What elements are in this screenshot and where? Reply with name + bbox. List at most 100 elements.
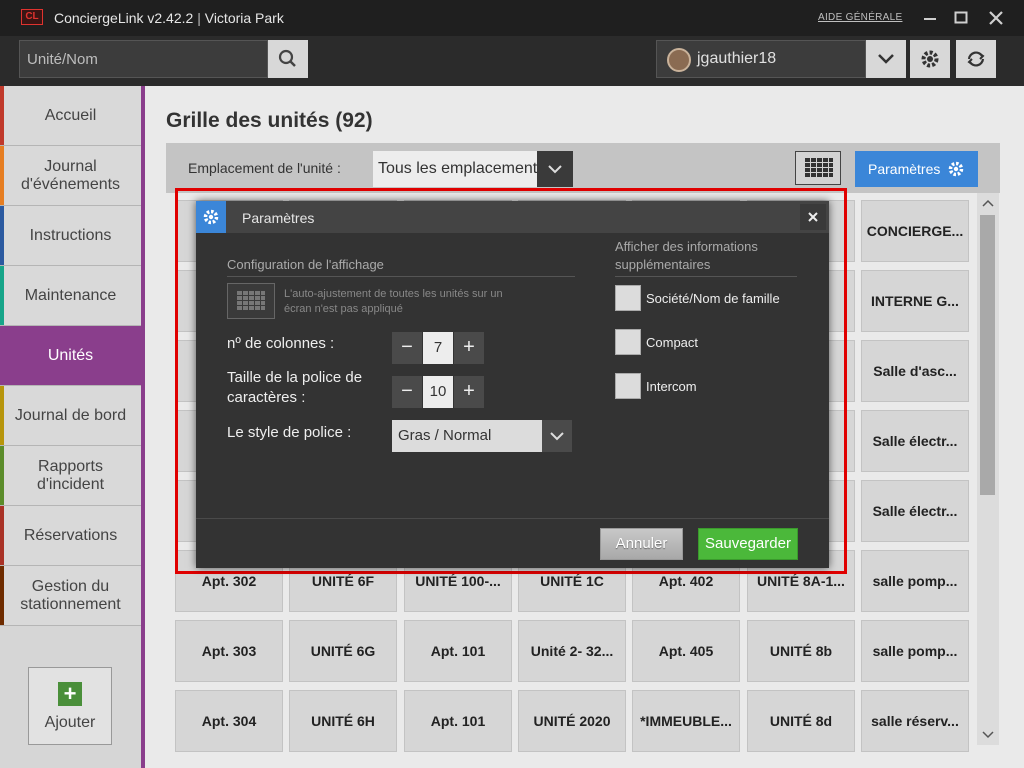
maximize-icon[interactable] bbox=[949, 6, 973, 30]
chevron-down-icon bbox=[878, 54, 894, 64]
unit-tile[interactable]: Salle électr... bbox=[861, 480, 969, 542]
grid-scrollbar[interactable] bbox=[977, 193, 999, 745]
columns-increment-button[interactable]: + bbox=[454, 332, 484, 364]
sidebar-item-accueil[interactable]: Accueil bbox=[0, 86, 141, 146]
unit-tile[interactable]: Apt. 405 bbox=[632, 620, 740, 682]
unit-tile[interactable]: Unité 2- 32... bbox=[518, 620, 626, 682]
cancel-button[interactable]: Annuler bbox=[600, 528, 683, 560]
divider bbox=[227, 276, 575, 277]
unit-tile[interactable]: UNITÉ 2020 bbox=[518, 690, 626, 752]
checkbox-compact[interactable] bbox=[615, 329, 641, 355]
font-style-label: Le style de police : bbox=[227, 424, 352, 441]
nav-stripe bbox=[0, 86, 4, 145]
scroll-up-icon[interactable] bbox=[981, 197, 995, 212]
scroll-down-icon[interactable] bbox=[981, 729, 995, 744]
grid-icon bbox=[237, 291, 265, 310]
refresh-icon bbox=[967, 51, 985, 67]
nav-stripe bbox=[0, 326, 4, 385]
font-style-select[interactable]: Gras / Normal bbox=[392, 420, 542, 452]
display-config-heading: Configuration de l'affichage bbox=[227, 257, 384, 272]
page-title: Grille des unités (92) bbox=[166, 109, 373, 132]
unit-tile[interactable]: UNITÉ 8b bbox=[747, 620, 855, 682]
add-label: Ajouter bbox=[44, 714, 96, 731]
app-logo: CL bbox=[21, 9, 43, 25]
help-link[interactable]: AIDE GÉNÉRALE bbox=[818, 12, 902, 23]
username: jgauthier18 bbox=[697, 50, 777, 67]
unit-tile[interactable]: Apt. 101 bbox=[404, 620, 512, 682]
location-filter-label: Emplacement de l'unité : bbox=[188, 160, 341, 176]
unit-tile[interactable]: *IMMEUBLE... bbox=[632, 690, 740, 752]
sidebar-item-rapports-incident[interactable]: Rapports d'incident bbox=[0, 446, 141, 506]
close-icon bbox=[808, 212, 818, 222]
checkbox-intercom-label: Intercom bbox=[646, 379, 697, 394]
nav-stripe bbox=[0, 266, 4, 325]
extra-info-heading: Afficher des informations supplémentaire… bbox=[615, 239, 758, 272]
refresh-button[interactable] bbox=[956, 40, 996, 78]
unit-tile[interactable]: Apt. 303 bbox=[175, 620, 283, 682]
sidebar-item-gestion-stationnement[interactable]: Gestion du stationnement bbox=[0, 566, 141, 626]
parameters-button[interactable]: Paramètres bbox=[855, 151, 978, 187]
search-input[interactable] bbox=[19, 40, 268, 78]
unit-tile[interactable]: Salle électr... bbox=[861, 410, 969, 472]
close-icon[interactable] bbox=[984, 6, 1008, 30]
unit-tile[interactable]: Salle d'asc... bbox=[861, 340, 969, 402]
dialog-title: Paramètres bbox=[242, 210, 315, 226]
location-filter-dropdown[interactable] bbox=[537, 151, 573, 187]
grid-layout-button[interactable] bbox=[795, 151, 841, 185]
grid-icon bbox=[805, 158, 833, 177]
add-button[interactable]: + Ajouter bbox=[28, 667, 112, 745]
dialog-close-button[interactable] bbox=[800, 204, 826, 230]
user-dropdown-button[interactable] bbox=[866, 40, 906, 78]
auto-adjust-note: L'auto-ajustement de toutes les unités s… bbox=[284, 288, 503, 315]
search-button[interactable] bbox=[268, 40, 308, 78]
font-size-value[interactable]: 10 bbox=[423, 376, 453, 408]
sidebar-item-instructions[interactable]: Instructions bbox=[0, 206, 141, 266]
minimize-icon[interactable] bbox=[918, 6, 942, 30]
columns-decrement-button[interactable]: − bbox=[392, 332, 422, 364]
scrollbar-thumb[interactable] bbox=[980, 215, 995, 495]
unit-tile[interactable]: salle réserv... bbox=[861, 690, 969, 752]
user-selector[interactable]: jgauthier18 bbox=[656, 40, 866, 78]
nav-stripe bbox=[0, 146, 4, 205]
checkbox-company-name[interactable] bbox=[615, 285, 641, 311]
unit-tile[interactable]: CONCIERGE... bbox=[861, 200, 969, 262]
checkbox-company-name-label: Société/Nom de famille bbox=[646, 291, 780, 306]
checkbox-compact-label: Compact bbox=[646, 335, 699, 350]
dialog-gear-badge bbox=[196, 201, 226, 233]
chevron-down-icon bbox=[550, 432, 564, 441]
nav-stripe bbox=[0, 206, 4, 265]
unit-tile[interactable]: Apt. 101 bbox=[404, 690, 512, 752]
sidebar-item-journal-evenements[interactable]: Journal d'événements bbox=[0, 146, 141, 206]
unit-tile[interactable]: UNITÉ 8d bbox=[747, 690, 855, 752]
sidebar: Accueil Journal d'événements Instruction… bbox=[0, 86, 141, 768]
unit-tile[interactable]: salle pomp... bbox=[861, 620, 969, 682]
columns-label: nº de colonnes : bbox=[227, 335, 335, 352]
avatar bbox=[667, 48, 691, 72]
divider bbox=[196, 518, 829, 519]
sidebar-item-unites[interactable]: Unités bbox=[0, 326, 141, 386]
sidebar-item-journal-de-bord[interactable]: Journal de bord bbox=[0, 386, 141, 446]
nav-stripe bbox=[0, 446, 4, 505]
gear-icon bbox=[921, 50, 939, 68]
nav-stripe bbox=[0, 566, 4, 625]
gear-icon bbox=[948, 161, 964, 177]
font-style-dropdown[interactable] bbox=[542, 420, 572, 452]
divider bbox=[615, 276, 797, 277]
unit-tile[interactable]: INTERNE G... bbox=[861, 270, 969, 332]
sidebar-item-maintenance[interactable]: Maintenance bbox=[0, 266, 141, 326]
unit-tile[interactable]: Apt. 304 bbox=[175, 690, 283, 752]
font-size-increment-button[interactable]: + bbox=[454, 376, 484, 408]
sidebar-item-reservations[interactable]: Réservations bbox=[0, 506, 141, 566]
unit-tile[interactable]: UNITÉ 6G bbox=[289, 620, 397, 682]
font-size-decrement-button[interactable]: − bbox=[392, 376, 422, 408]
settings-button[interactable] bbox=[910, 40, 950, 78]
nav-stripe bbox=[0, 506, 4, 565]
unit-tile[interactable]: UNITÉ 6H bbox=[289, 690, 397, 752]
location-filter-select[interactable]: Tous les emplacements bbox=[373, 151, 537, 187]
save-button[interactable]: Sauvegarder bbox=[698, 528, 798, 560]
app-title: ConciergeLink v2.42.2 | Victoria Park bbox=[54, 10, 284, 26]
auto-adjust-button[interactable] bbox=[227, 283, 275, 319]
checkbox-intercom[interactable] bbox=[615, 373, 641, 399]
columns-value[interactable]: 7 bbox=[423, 332, 453, 364]
unit-tile[interactable]: salle pomp... bbox=[861, 550, 969, 612]
